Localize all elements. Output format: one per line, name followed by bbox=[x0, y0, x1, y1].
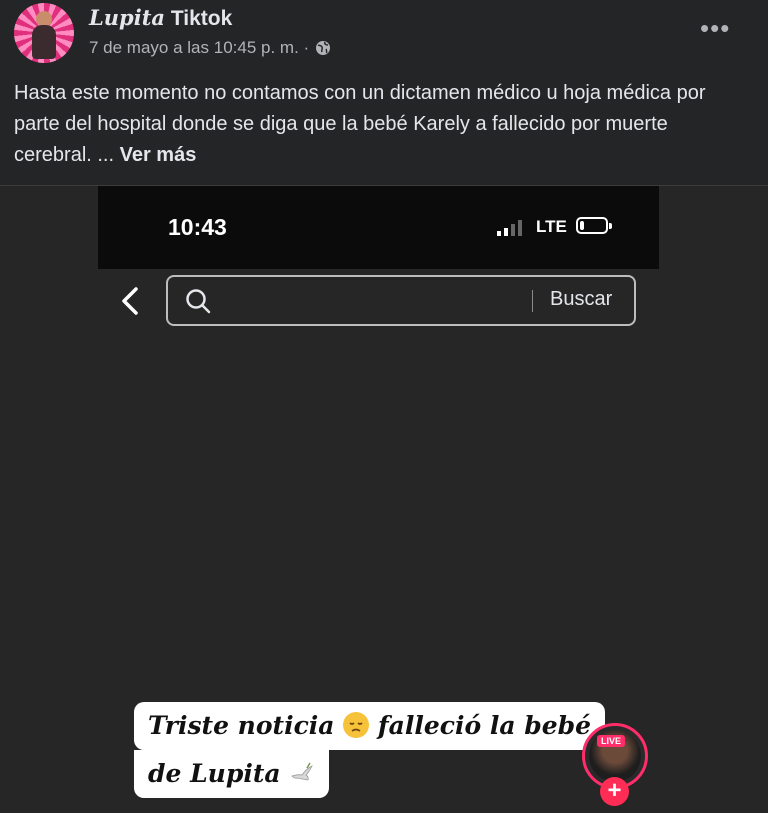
search-button[interactable]: Buscar bbox=[550, 288, 612, 311]
caption-text-2: de Lupita bbox=[148, 759, 290, 788]
post-meta: 7 de mayo a las 10:45 p. m. · bbox=[89, 38, 331, 58]
post-body: Hasta este momento no contamos con un di… bbox=[14, 82, 706, 166]
follow-plus-button[interactable]: + bbox=[600, 777, 629, 806]
caption-line-2: de Lupita bbox=[134, 750, 330, 798]
battery-icon bbox=[576, 217, 608, 234]
search-divider bbox=[532, 290, 533, 312]
caption-text-1a: Triste noticia bbox=[148, 711, 344, 740]
author-name-rest: Tiktok bbox=[165, 7, 233, 30]
phone-clock: 10:43 bbox=[168, 214, 227, 240]
live-badge: LIVE bbox=[597, 735, 626, 747]
see-more-link[interactable]: Ver más bbox=[120, 144, 197, 166]
post-text: Hasta este momento no contamos con un di… bbox=[14, 78, 744, 171]
caption-line-1: Triste noticia falleció la bebé bbox=[134, 702, 606, 750]
author-name-fancy: Lupita bbox=[89, 5, 166, 30]
author-avatar[interactable] bbox=[14, 3, 74, 63]
dove-emoji bbox=[289, 760, 315, 786]
battery-tip bbox=[609, 223, 612, 229]
post-timestamp[interactable]: 7 de mayo a las 10:45 p. m. · bbox=[89, 38, 309, 58]
caption-text-1b: falleció la bebé bbox=[369, 711, 592, 740]
phone-status-bar: 10:43 LTE bbox=[98, 186, 659, 269]
sad-face-emoji bbox=[343, 712, 370, 738]
search-input[interactable]: Buscar bbox=[166, 275, 636, 326]
globe-icon bbox=[316, 41, 331, 55]
avatar-figure-body bbox=[32, 25, 56, 59]
back-icon[interactable] bbox=[118, 286, 142, 316]
search-icon bbox=[186, 289, 211, 314]
signal-icon bbox=[497, 220, 522, 236]
battery-level bbox=[580, 221, 584, 230]
post-header: Lupita Tiktok 7 de mayo a las 10:45 p. m… bbox=[0, 0, 768, 186]
video-caption: Triste noticia falleció la bebé de Lupit… bbox=[134, 702, 606, 798]
network-label: LTE bbox=[536, 217, 567, 236]
video-content[interactable]: 10:43 LTE Buscar Triste noticia falleció… bbox=[0, 186, 768, 813]
author-name[interactable]: Lupita Tiktok bbox=[89, 5, 232, 31]
more-options-icon[interactable]: ••• bbox=[700, 15, 730, 41]
